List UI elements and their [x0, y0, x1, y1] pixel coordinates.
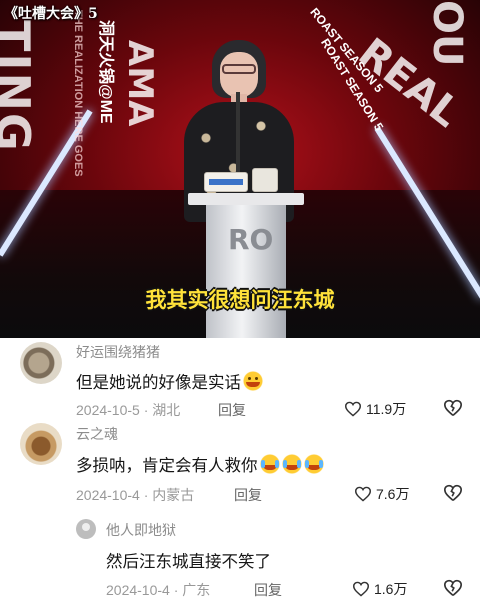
avatar[interactable] [76, 519, 96, 539]
comment-location: 内蒙古 [152, 487, 195, 503]
avatar[interactable] [20, 423, 62, 465]
comment-location: 广东 [182, 582, 211, 598]
comment-text[interactable]: 但是她说的好像是实话 [76, 369, 263, 393]
backdrop-small-center: 洞天火锅@ME [97, 20, 114, 124]
podium-logo: RO [228, 223, 274, 256]
meta-separator: · [143, 487, 153, 503]
comment-date: 2024-10-4 [76, 487, 140, 503]
podium-top [188, 193, 304, 205]
grinning-sweat-emoji-icon [243, 371, 263, 391]
crying-laughing-emoji-icon [281, 454, 302, 474]
broken-heart-icon[interactable] [443, 484, 463, 502]
comment-date: 2024-10-4 [106, 582, 170, 598]
heart-outline-icon [344, 401, 362, 417]
broken-heart-icon[interactable] [443, 579, 463, 597]
like-count: 11.9万 [366, 401, 407, 417]
speaker-glasses [222, 64, 256, 74]
video-player[interactable]: TING AMA REAL OU THE REALIZATION HERE GO… [0, 0, 480, 338]
video-subtitle: 我其实很想问汪东城 [145, 288, 335, 312]
crying-laughing-emoji-icon [303, 454, 324, 474]
comment-username[interactable]: 好运围绕猪猪 [76, 342, 160, 362]
podium: RO [188, 193, 304, 338]
backdrop-word-center: AMA [120, 40, 160, 127]
product-cup [252, 168, 278, 192]
comment-meta: 2024-10-5 · 湖北 [76, 400, 180, 420]
avatar[interactable] [20, 342, 62, 384]
like-count: 1.6万 [374, 581, 408, 597]
comment-text[interactable]: 多损呐，肯定会有人救你 [76, 452, 324, 476]
comment-date: 2024-10-5 [76, 402, 140, 418]
comment-text-body: 但是她说的好像是实话 [76, 374, 241, 392]
backdrop-word-left: TING [0, 20, 40, 153]
like-button[interactable]: 11.9万 [344, 399, 406, 419]
comment-meta: 2024-10-4 · 内蒙古 [76, 485, 194, 505]
reply-button[interactable]: 回复 [234, 485, 262, 505]
comment-text[interactable]: 然后汪东城直接不笑了 [106, 548, 271, 572]
meta-separator: · [143, 402, 153, 418]
comment-username[interactable]: 他人即地狱 [106, 520, 176, 540]
podium-products [204, 168, 280, 192]
comment-username[interactable]: 云之魂 [76, 424, 118, 444]
backdrop-word-far-right: OU [424, 0, 470, 67]
reply-button[interactable]: 回复 [254, 580, 282, 600]
meta-separator: · [173, 582, 183, 598]
reply-button[interactable]: 回复 [218, 400, 246, 420]
comment-list: 好运围绕猪猪 但是她说的好像是实话 2024-10-5 · 湖北 回复 11.9… [0, 338, 480, 602]
comment-location: 湖北 [152, 402, 181, 418]
crying-laughing-emoji-icon [259, 454, 280, 474]
comment-text-body: 多损呐，肯定会有人救你 [76, 457, 258, 475]
product-box [204, 172, 248, 192]
heart-outline-icon [352, 581, 370, 597]
like-count: 7.6万 [376, 486, 410, 502]
like-button[interactable]: 1.6万 [352, 579, 407, 599]
like-button[interactable]: 7.6万 [354, 484, 409, 504]
broken-heart-icon[interactable] [443, 399, 463, 417]
backdrop-small-left: THE REALIZATION HERE GOES [72, 10, 84, 177]
show-title: 《吐槽大会》5 [4, 6, 98, 22]
comment-meta: 2024-10-4 · 广东 [106, 580, 210, 600]
heart-outline-icon [354, 486, 372, 502]
